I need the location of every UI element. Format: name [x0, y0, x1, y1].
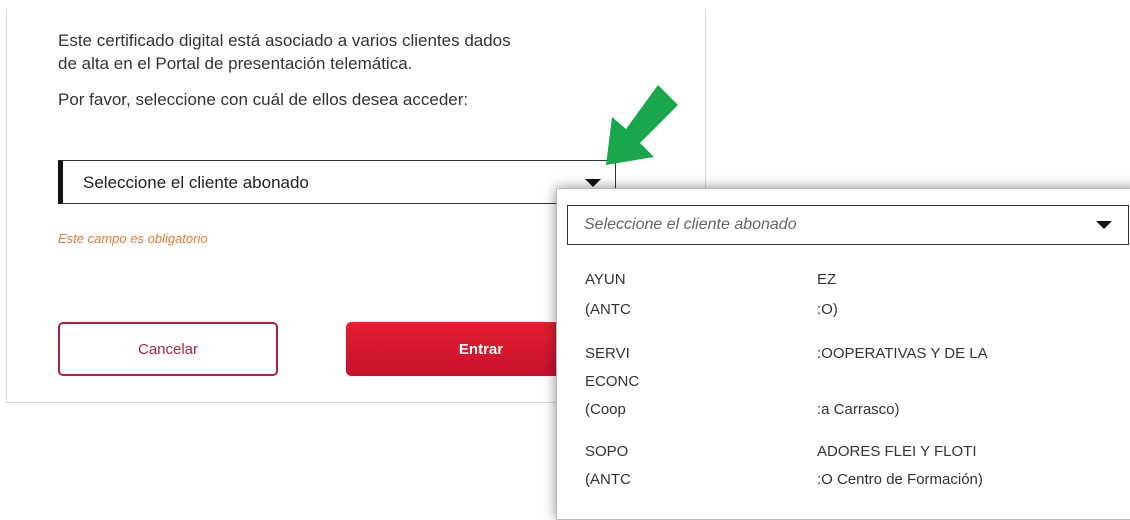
intro-text: Este certificado digital está asociado a…	[58, 29, 618, 75]
required-error: Este campo es obligatorio	[58, 231, 208, 246]
option-text: EZ	[817, 271, 837, 288]
select-prompt: Por favor, seleccione con cuál de ellos …	[58, 90, 469, 109]
option-text: (Coop	[585, 401, 626, 418]
option-text: :OOPERATIVAS Y DE LA	[817, 345, 988, 362]
client-select[interactable]: Seleccione el cliente abonado	[58, 160, 616, 204]
caret-down-icon	[1096, 221, 1112, 229]
option-text: AYUN	[585, 271, 626, 288]
option-text: :O Centro de Formación)	[817, 471, 983, 488]
green-arrow-icon	[598, 85, 682, 169]
option-text: ECONC	[585, 373, 640, 390]
intro-line-2: de alta en el Portal de presentación tel…	[58, 54, 413, 73]
option-text: ADORES FLEI Y FLOTI	[817, 443, 977, 460]
dropdown-placeholder: Seleccione el cliente abonado	[584, 216, 797, 233]
option-text: SOPO	[585, 443, 629, 460]
client-dropdown-panel: Seleccione el cliente abonado AYUN EZ (A…	[556, 188, 1130, 520]
intro-line-1: Este certificado digital está asociado a…	[58, 31, 511, 50]
cancel-button[interactable]: Cancelar	[58, 322, 278, 376]
option-text: (ANTC	[585, 301, 631, 318]
option-text: SERVI	[585, 345, 630, 362]
client-select-label: Seleccione el cliente abonado	[83, 173, 309, 192]
caret-down-icon	[585, 179, 601, 187]
option-text: (ANTC	[585, 471, 631, 488]
option-text: :a Carrasco)	[817, 401, 900, 418]
dropdown-select-header[interactable]: Seleccione el cliente abonado	[567, 205, 1129, 245]
option-text: :O)	[817, 301, 838, 318]
